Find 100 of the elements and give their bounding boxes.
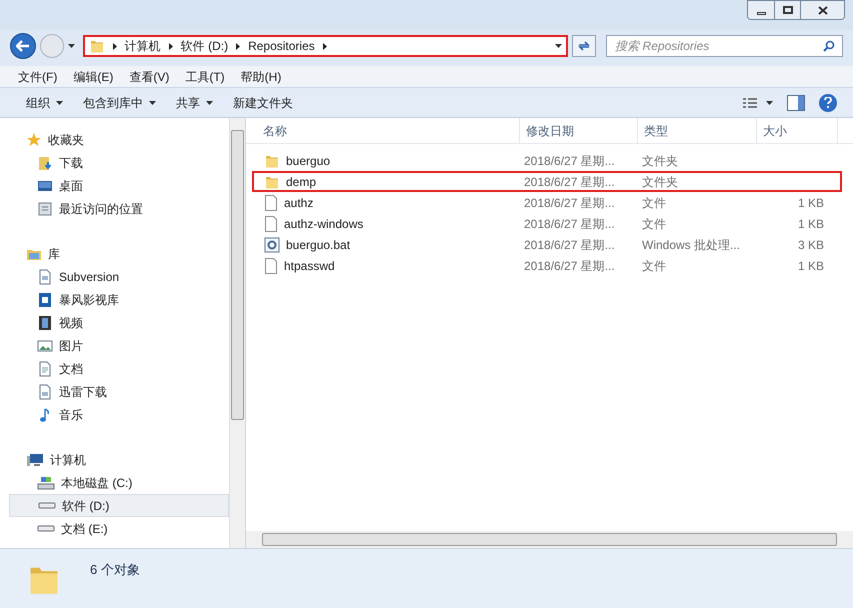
file-name: buerguo — [286, 152, 330, 170]
file-row[interactable]: buerguo.bat 2018/6/27 星期... Windows 批处理... 3 KB — [252, 234, 842, 255]
toolbar-button[interactable]: 新建文件夹 — [223, 94, 303, 112]
modified-date: 2018/6/27 星期... — [523, 152, 616, 170]
minimize-button[interactable] — [748, 1, 774, 19]
search-icon — [823, 40, 836, 52]
file-type: 文件 — [641, 194, 667, 212]
nav-item[interactable]: 下载 — [9, 151, 229, 174]
file-type: 文件夹 — [641, 174, 679, 190]
column-header[interactable]: 名称 — [246, 118, 520, 143]
file-name: buerguo.bat — [286, 236, 350, 254]
file-type: 文件 — [641, 258, 667, 274]
modified-date: 2018/6/27 星期... — [523, 258, 616, 274]
modified-date: 2018/6/27 星期... — [523, 236, 616, 254]
folder-icon — [88, 38, 105, 54]
nav-group-header[interactable]: 库 — [26, 242, 229, 265]
recent-places-icon — [37, 200, 53, 216]
column-header[interactable]: 大小 — [757, 118, 838, 143]
computer-icon — [26, 452, 44, 468]
horizontal-scrollbar[interactable] — [246, 531, 853, 548]
modified-date: 2018/6/27 星期... — [523, 174, 616, 190]
modified-date: 2018/6/27 星期... — [523, 216, 616, 232]
drive-icon — [37, 525, 55, 532]
film-icon — [37, 314, 53, 330]
arrow-icon — [112, 42, 117, 50]
file-name: authz — [284, 194, 314, 212]
menu-item[interactable]: 帮助(H) — [232, 68, 290, 86]
address-bar[interactable]: 计算机 软件 (D:) Repositories — [82, 35, 568, 57]
file-row[interactable]: htpasswd 2018/6/27 星期... 文件 1 KB — [252, 255, 842, 276]
maximize-button[interactable] — [774, 1, 800, 19]
video-library-icon — [37, 292, 53, 308]
refresh-button[interactable] — [572, 35, 596, 57]
nav-item[interactable]: 视频 — [9, 311, 229, 334]
modified-date: 2018/6/27 星期... — [523, 194, 616, 212]
image-icon — [37, 338, 53, 354]
nav-item[interactable]: 音乐 — [9, 403, 229, 426]
toolbar-button[interactable]: 共享 — [166, 94, 223, 112]
file-row[interactable]: authz 2018/6/27 星期... 文件 1 KB — [252, 192, 842, 213]
file-row[interactable]: authz-windows 2018/6/27 星期... 文件 1 KB — [252, 213, 842, 234]
file-row[interactable]: demp 2018/6/27 星期... 文件夹 — [252, 171, 842, 192]
file-name: htpasswd — [284, 258, 335, 274]
nav-group-header[interactable]: 计算机 — [26, 448, 229, 471]
preview-pane-button[interactable] — [787, 94, 805, 110]
file-icon — [264, 216, 278, 232]
nav-item[interactable]: 图片 — [9, 334, 229, 357]
gear-file-icon — [264, 236, 280, 252]
nav-item[interactable]: 文档 (E:) — [9, 517, 229, 540]
nav-item[interactable]: 迅雷下载 — [9, 380, 229, 403]
menu-item[interactable]: 查看(V) — [121, 68, 178, 86]
scroll-thumb[interactable] — [262, 533, 837, 546]
help-icon — [824, 97, 832, 108]
caret-icon — [68, 44, 75, 48]
menu-item[interactable]: 工具(T) — [177, 68, 233, 86]
column-header[interactable]: 类型 — [638, 118, 757, 143]
file-type: 文件夹 — [641, 152, 679, 170]
breadcrumb[interactable]: 软件 (D:) — [180, 37, 228, 55]
nav-group-header[interactable]: 收藏夹 — [26, 128, 229, 151]
close-button[interactable] — [800, 1, 844, 19]
item-count: 6 个对象 — [90, 561, 140, 579]
file-name: demp — [286, 174, 316, 190]
menu-item[interactable]: 文件(F) — [10, 68, 66, 86]
file-row[interactable]: buerguo 2018/6/27 星期... 文件夹 — [252, 150, 842, 171]
vertical-scrollbar[interactable] — [229, 118, 245, 548]
scroll-thumb[interactable] — [231, 130, 244, 420]
file-size: 3 KB — [798, 238, 824, 252]
column-header[interactable]: 修改日期 — [520, 118, 638, 143]
back-button[interactable] — [10, 33, 36, 59]
nav-item[interactable]: 暴风影视库 — [9, 288, 229, 311]
arrow-icon — [236, 42, 240, 50]
refresh-icon — [577, 40, 592, 52]
caret-icon — [555, 44, 562, 48]
download-folder-icon — [37, 154, 53, 170]
drive-icon — [37, 474, 55, 490]
file-size: 1 KB — [798, 216, 824, 230]
menu-item[interactable]: 编辑(E) — [65, 68, 122, 86]
file-size: 1 KB — [798, 258, 824, 272]
toolbar-button[interactable]: 包含到库中 — [73, 94, 166, 112]
close-icon — [818, 6, 828, 14]
view-options-button[interactable] — [742, 96, 773, 108]
file-type: 文件 — [641, 216, 667, 232]
nav-item[interactable]: 软件 (D:) — [9, 494, 229, 517]
toolbar-button[interactable]: 组织 — [16, 94, 73, 112]
nav-item[interactable]: 最近访问的位置 — [9, 197, 229, 220]
search-field[interactable]: 搜索 Repositories — [606, 35, 844, 57]
help-button[interactable] — [819, 94, 837, 112]
breadcrumb[interactable]: Repositories — [248, 37, 315, 55]
document-icon — [37, 360, 53, 376]
nav-item[interactable]: Subversion — [9, 265, 229, 288]
star-icon — [26, 132, 42, 148]
breadcrumb[interactable]: 计算机 — [124, 37, 161, 55]
nav-item[interactable]: 文档 — [9, 357, 229, 380]
nav-item[interactable]: 本地磁盘 (C:) — [9, 471, 229, 494]
file-name: authz-windows — [284, 216, 364, 232]
nav-item[interactable]: 桌面 — [9, 174, 229, 197]
view-list-icon — [742, 96, 758, 108]
back-arrow-icon — [16, 40, 30, 52]
drive-icon — [38, 502, 56, 509]
file-icon — [264, 258, 278, 274]
document-icon — [37, 268, 53, 284]
arrow-icon — [322, 42, 327, 50]
